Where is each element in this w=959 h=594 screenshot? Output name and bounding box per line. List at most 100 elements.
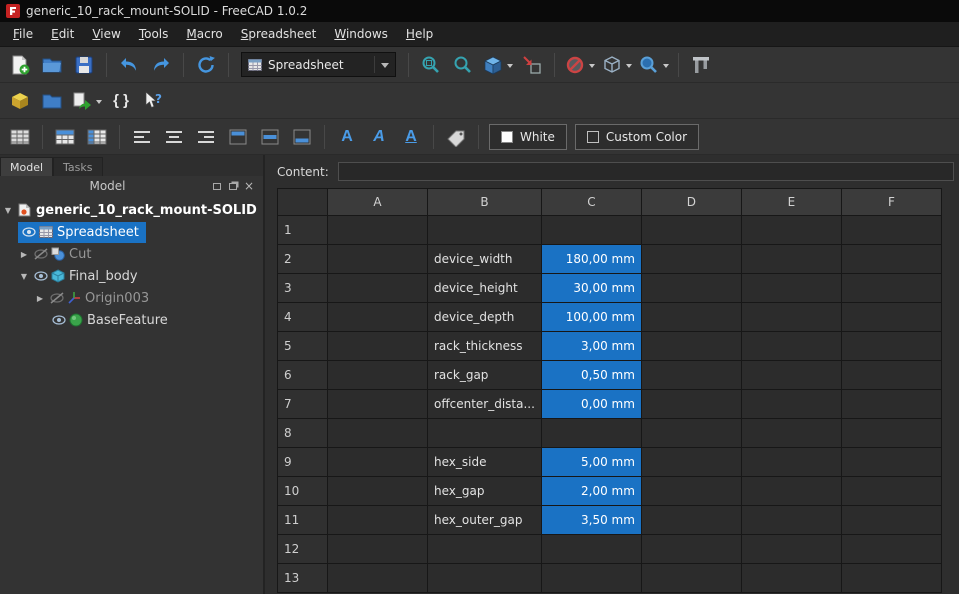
- column-header-E[interactable]: E: [740, 188, 842, 216]
- cell-D2[interactable]: [640, 244, 742, 274]
- cell-F6[interactable]: [840, 360, 942, 390]
- expression-button[interactable]: { }: [106, 86, 136, 116]
- cell-B5[interactable]: rack_thickness: [427, 331, 542, 361]
- cell-A13[interactable]: [327, 563, 428, 593]
- tree-item-final-body[interactable]: ▼ Final_body: [0, 265, 263, 287]
- cell-E7[interactable]: [740, 389, 842, 419]
- column-header-B[interactable]: B: [427, 188, 542, 216]
- cell-C7[interactable]: 0,00 mm: [540, 389, 642, 419]
- cell-D9[interactable]: [640, 447, 742, 477]
- draw-style-button[interactable]: [562, 50, 597, 80]
- cell-F10[interactable]: [840, 476, 942, 506]
- cell-D4[interactable]: [640, 302, 742, 332]
- cell-D11[interactable]: [640, 505, 742, 535]
- row-header-8[interactable]: 8: [277, 418, 328, 448]
- cell-D5[interactable]: [640, 331, 742, 361]
- cell-E9[interactable]: [740, 447, 842, 477]
- fit-selection-button[interactable]: [448, 50, 478, 80]
- cell-E4[interactable]: [740, 302, 842, 332]
- eye-visible-icon[interactable]: [50, 314, 67, 326]
- tab-tasks[interactable]: Tasks: [53, 157, 103, 176]
- align-right-button[interactable]: [191, 122, 221, 152]
- workbench-selector[interactable]: Spreadsheet: [241, 52, 396, 77]
- cell-D12[interactable]: [640, 534, 742, 564]
- cell-C2[interactable]: 180,00 mm: [540, 244, 642, 274]
- row-header-7[interactable]: 7: [277, 389, 328, 419]
- menu-spreadsheet[interactable]: Spreadsheet: [232, 24, 326, 44]
- cell-D7[interactable]: [640, 389, 742, 419]
- cell-C1[interactable]: [540, 215, 642, 245]
- eye-visible-icon[interactable]: [32, 270, 49, 282]
- cell-B13[interactable]: [427, 563, 542, 593]
- row-header-12[interactable]: 12: [277, 534, 328, 564]
- row-header-6[interactable]: 6: [277, 360, 328, 390]
- align-top-button[interactable]: [223, 122, 253, 152]
- row-header-9[interactable]: 9: [277, 447, 328, 477]
- row-header-2[interactable]: 2: [277, 244, 328, 274]
- cell-B10[interactable]: hex_gap: [427, 476, 542, 506]
- dock-panel-icon[interactable]: [225, 179, 241, 193]
- eye-visible-icon[interactable]: [20, 226, 37, 238]
- tree-item-document-root[interactable]: ▼ generic_10_rack_mount-SOLID: [0, 199, 263, 221]
- cell-B3[interactable]: device_height: [427, 273, 542, 303]
- cell-A8[interactable]: [327, 418, 428, 448]
- cell-B12[interactable]: [427, 534, 542, 564]
- merge-cells-button[interactable]: [50, 122, 80, 152]
- cell-A6[interactable]: [327, 360, 428, 390]
- cell-E6[interactable]: [740, 360, 842, 390]
- sync-view-button[interactable]: [517, 50, 547, 80]
- align-left-button[interactable]: [127, 122, 157, 152]
- cell-E12[interactable]: [740, 534, 842, 564]
- cell-content-input[interactable]: [337, 162, 954, 181]
- create-group-button[interactable]: [37, 86, 67, 116]
- custom-color-button[interactable]: Custom Color: [574, 123, 700, 150]
- cell-A4[interactable]: [327, 302, 428, 332]
- cell-F2[interactable]: [840, 244, 942, 274]
- cell-A3[interactable]: [327, 273, 428, 303]
- link-navigate-button[interactable]: [636, 50, 671, 80]
- align-bottom-button[interactable]: [287, 122, 317, 152]
- menu-edit[interactable]: Edit: [42, 24, 83, 44]
- menu-tools[interactable]: Tools: [130, 24, 178, 44]
- cell-B2[interactable]: device_width: [427, 244, 542, 274]
- cell-E8[interactable]: [740, 418, 842, 448]
- cell-E11[interactable]: [740, 505, 842, 535]
- align-vcenter-button[interactable]: [255, 122, 285, 152]
- new-document-button[interactable]: [5, 50, 35, 80]
- cell-B7[interactable]: offcenter_dista...: [427, 389, 542, 419]
- tree-item-basefeature[interactable]: BaseFeature: [0, 309, 263, 331]
- cell-A7[interactable]: [327, 389, 428, 419]
- cell-F3[interactable]: [840, 273, 942, 303]
- menu-windows[interactable]: Windows: [325, 24, 397, 44]
- cell-D6[interactable]: [640, 360, 742, 390]
- style-italic-button[interactable]: A: [364, 122, 394, 152]
- make-link-button[interactable]: [69, 86, 104, 116]
- cell-A5[interactable]: [327, 331, 428, 361]
- whatsthis-button[interactable]: ?: [138, 86, 168, 116]
- row-header-11[interactable]: 11: [277, 505, 328, 535]
- row-header-5[interactable]: 5: [277, 331, 328, 361]
- expand-arrow-icon[interactable]: ▶: [16, 250, 32, 259]
- cell-B9[interactable]: hex_side: [427, 447, 542, 477]
- row-header-4[interactable]: 4: [277, 302, 328, 332]
- cell-B1[interactable]: [427, 215, 542, 245]
- cell-E10[interactable]: [740, 476, 842, 506]
- axonometric-view-button[interactable]: [480, 50, 515, 80]
- menu-view[interactable]: View: [83, 24, 129, 44]
- cell-C3[interactable]: 30,00 mm: [540, 273, 642, 303]
- style-underline-button[interactable]: A: [396, 122, 426, 152]
- white-style-button[interactable]: White: [489, 123, 567, 150]
- column-header-D[interactable]: D: [640, 188, 742, 216]
- cell-C11[interactable]: 3,50 mm: [540, 505, 642, 535]
- cell-A10[interactable]: [327, 476, 428, 506]
- cell-C10[interactable]: 2,00 mm: [540, 476, 642, 506]
- bounding-box-button[interactable]: [599, 50, 634, 80]
- cell-A11[interactable]: [327, 505, 428, 535]
- expand-arrow-icon[interactable]: ▶: [32, 294, 48, 303]
- cell-C5[interactable]: 3,00 mm: [540, 331, 642, 361]
- eye-hidden-icon[interactable]: [32, 248, 49, 260]
- set-alias-button[interactable]: [441, 122, 471, 152]
- cell-F8[interactable]: [840, 418, 942, 448]
- cell-E1[interactable]: [740, 215, 842, 245]
- menu-help[interactable]: Help: [397, 24, 442, 44]
